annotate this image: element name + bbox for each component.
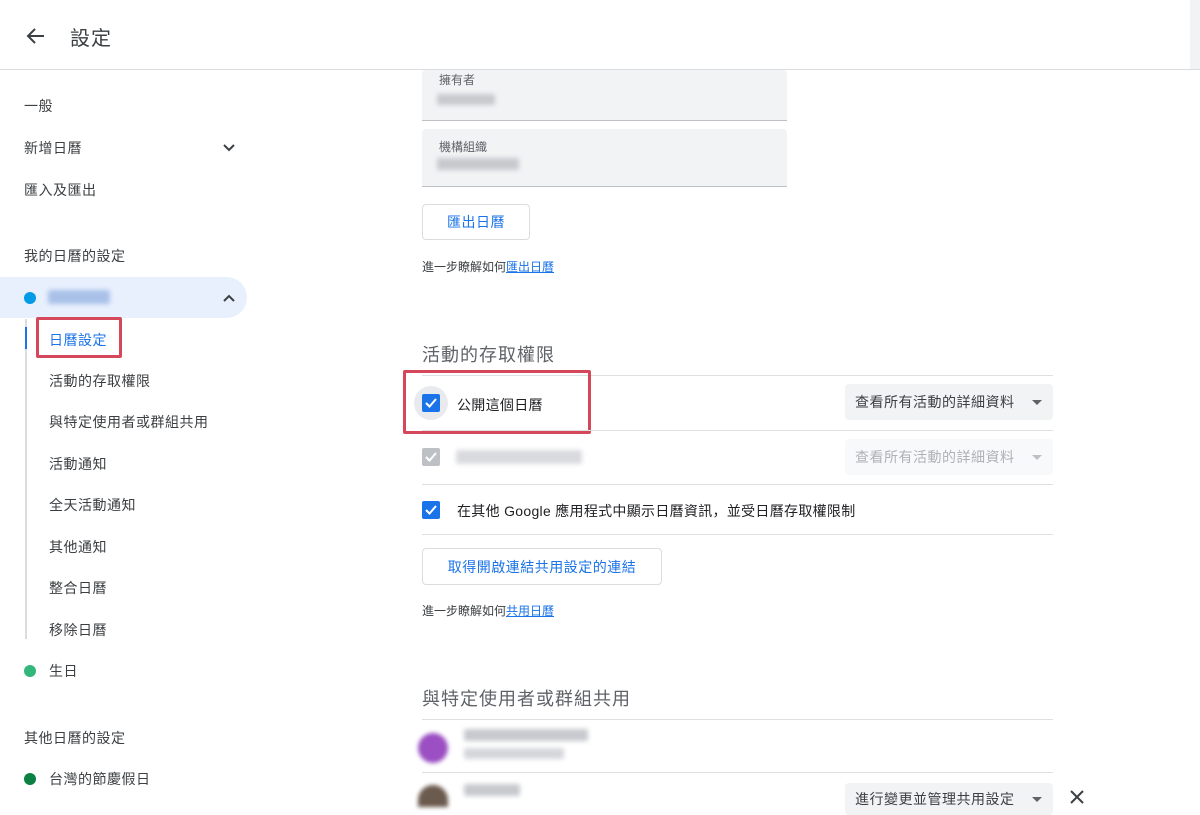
user-permission-value: 進行變更並管理共用設定 <box>855 791 1015 807</box>
highlight-box <box>36 317 122 358</box>
public-permission-select[interactable]: 查看所有活動的詳細資料 <box>845 384 1053 420</box>
export-calendar-button[interactable]: 匯出日曆 <box>422 204 530 240</box>
divider <box>422 534 1053 535</box>
chevron-down-icon[interactable] <box>221 140 237 161</box>
user-name-redacted <box>464 784 520 796</box>
dropdown-arrow-icon <box>1032 797 1042 802</box>
sidebar-sub-access[interactable]: 活動的存取權限 <box>49 371 151 391</box>
user-permission-select[interactable]: 進行變更並管理共用設定 <box>845 783 1053 815</box>
dropdown-arrow-icon <box>1032 455 1042 460</box>
arrow-back-icon[interactable] <box>22 22 50 50</box>
sub-menu-active-indicator <box>25 327 27 349</box>
sidebar-sub-remove[interactable]: 移除日曆 <box>49 620 107 640</box>
sidebar-item-holiday[interactable]: 台灣的節慶假日 <box>49 769 151 789</box>
divider <box>422 772 1053 773</box>
highlight-box <box>403 370 591 434</box>
owner-value-redacted <box>437 94 495 105</box>
share-help-prefix: 進一步瞭解如何 <box>422 604 507 618</box>
sidebar-item-general[interactable]: 一般 <box>24 96 53 116</box>
sidebar-heading-my-calendars: 我的日曆的設定 <box>24 248 126 264</box>
sidebar-item-add-calendar[interactable]: 新增日曆 <box>24 138 82 158</box>
top-header <box>0 0 1200 70</box>
owner-label: 擁有者 <box>439 73 476 87</box>
sidebar-item-import-export[interactable]: 匯入及匯出 <box>24 180 97 200</box>
chevron-up-icon[interactable] <box>221 290 237 311</box>
sidebar-heading-other-calendars: 其他日曆的設定 <box>24 730 126 746</box>
get-shareable-link-button[interactable]: 取得開啟連結共用設定的連結 <box>422 548 662 585</box>
org-permission-value: 查看所有活動的詳細資料 <box>855 449 1015 465</box>
sub-menu-line <box>25 319 27 639</box>
user-email-redacted <box>464 748 564 759</box>
share-help-text: 進一步瞭解如何共用日曆 <box>422 602 554 619</box>
org-value-redacted <box>437 158 519 170</box>
calendar-color-dot <box>24 292 36 304</box>
birthday-color-dot <box>24 665 36 677</box>
divider <box>422 484 1053 485</box>
divider <box>422 430 1053 431</box>
org-label: 機構組織 <box>439 140 488 154</box>
export-help-text: 進一步瞭解如何匯出日曆 <box>422 258 554 275</box>
org-share-label-redacted <box>456 450 582 464</box>
google-apps-checkbox[interactable] <box>422 501 440 519</box>
export-help-link[interactable]: 匯出日曆 <box>506 260 554 274</box>
public-permission-value: 查看所有活動的詳細資料 <box>855 394 1015 410</box>
sidebar-sub-allday-notifications[interactable]: 全天活動通知 <box>49 495 136 515</box>
page-title: 設定 <box>70 28 112 50</box>
divider <box>422 719 1053 720</box>
scrollbar[interactable] <box>1190 0 1200 69</box>
share-help-link[interactable]: 共用日曆 <box>506 604 554 618</box>
org-permission-select[interactable]: 查看所有活動的詳細資料 <box>845 439 1053 475</box>
sidebar-sub-integrate[interactable]: 整合日曆 <box>49 578 107 598</box>
export-help-prefix: 進一步瞭解如何 <box>422 260 507 274</box>
google-apps-label: 在其他 Google 應用程式中顯示日曆資訊，並受日曆存取權限制 <box>457 503 856 519</box>
user-name-redacted <box>464 729 588 741</box>
avatar <box>418 785 448 807</box>
holiday-color-dot <box>24 773 36 785</box>
avatar <box>418 733 448 763</box>
sidebar-sub-share[interactable]: 與特定使用者或群組共用 <box>49 412 209 432</box>
sidebar-item-birthday[interactable]: 生日 <box>49 661 78 681</box>
calendar-name-redacted <box>48 290 110 304</box>
share-section-title: 與特定使用者或群組共用 <box>422 689 631 709</box>
sidebar-sub-event-notifications[interactable]: 活動通知 <box>49 454 107 474</box>
dropdown-arrow-icon <box>1032 400 1042 405</box>
access-section-title: 活動的存取權限 <box>422 345 555 365</box>
org-share-checkbox[interactable] <box>422 448 440 466</box>
sidebar-sub-other-notifications[interactable]: 其他通知 <box>49 537 107 557</box>
sidebar-item-my-calendar[interactable] <box>0 277 247 318</box>
